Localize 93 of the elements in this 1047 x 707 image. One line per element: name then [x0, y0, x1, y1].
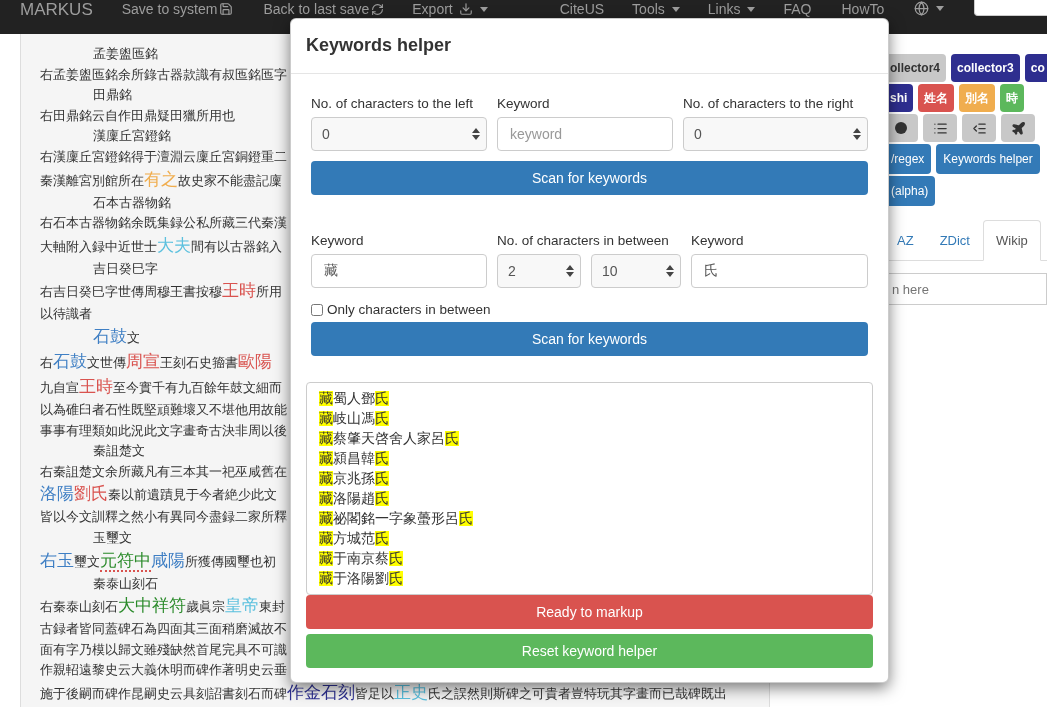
text-line: 右秦詛楚文余所藏凡有三本其一祀巫咸舊在 [40, 462, 287, 481]
text-line: 田鼎銘 [92, 86, 132, 105]
caret-icon [936, 6, 945, 11]
text-line: 皆以今文訓釋之然小有異同今盡録二家所釋 [40, 508, 287, 527]
nav-link[interactable]: Links [707, 1, 756, 17]
result-line: 藏方城范氏 [319, 530, 389, 548]
stepper-arrows-icon [853, 128, 861, 140]
text-line: 面有字乃模以歸文雖殘缺然首尾完具不可識 [40, 640, 287, 659]
result-line: 藏于南京蔡氏 [319, 550, 403, 568]
checkbox[interactable] [311, 303, 323, 316]
text-line: 右石本古器物銘余既集録公私所藏三代秦漢 [40, 214, 287, 233]
text-line: 秦漢離宮別館所在有之故史家不能盡記廩 [40, 168, 282, 191]
stepper-arrows-icon [666, 265, 674, 277]
plane-icon [1010, 120, 1026, 136]
text-line: 右玉璽文元符中咸陽所獲傳國璽也初 [40, 549, 276, 573]
scan-button[interactable]: Scan for keywords [311, 322, 868, 356]
text-line: 洛陽劉氏秦以前遺蹟見于今者絶少此文 [40, 483, 277, 506]
nav-link[interactable]: FAQ [783, 1, 812, 17]
tool-button[interactable]: Keywords helper [936, 144, 1040, 174]
text-line: 右田鼎銘云自作田鼎疑田獵所用也 [40, 106, 235, 125]
keyword-field[interactable]: 藏 [311, 254, 487, 288]
text-line: 以待識者 [40, 305, 92, 324]
text-line: 孟姜盥匜銘 [92, 45, 158, 63]
field-label: Keyword [691, 233, 745, 248]
indent-icon [971, 120, 987, 136]
text-line: 石本古器物銘 [92, 193, 171, 212]
text-line: 事事有理類如此況此文字畫奇古決非周以後 [40, 421, 287, 440]
save-icon [219, 2, 234, 16]
text-line: 右秦泰山刻石大中祥符歲眞宗皇帝東封 [40, 595, 285, 618]
text-line: 玉璽文 [92, 528, 132, 547]
text-line: 右石鼓文世傳周宣王刻石史籀書歐陽 [40, 350, 272, 373]
panel-tab[interactable]: ZDict [926, 220, 983, 261]
text-line: 吉日癸巳字 [92, 259, 158, 278]
tool-icon-button[interactable] [1001, 114, 1035, 142]
text-line: 九自宣王時至今實千有九百餘年鼓文細而 [40, 375, 282, 398]
field-label: Keyword [497, 96, 551, 111]
text-line: 大軸附入録中近世士大夫間有以古器銘入 [40, 234, 282, 257]
stepper-arrows-icon [566, 265, 574, 277]
field-label: Keyword [311, 233, 365, 248]
panel-tab[interactable]: Wikip [982, 220, 1041, 261]
circle-icon [895, 122, 907, 134]
result-line: 藏京兆孫氏 [319, 470, 389, 488]
text-line: 作親軺遠黎史云大義休明而碑作著明史云垂 [40, 661, 287, 680]
nav-link[interactable]: Tools [632, 1, 680, 17]
text-line: 漢廩丘宮鐙銘 [92, 127, 171, 146]
result-line: 藏祕閣銘一字象蠆形呂 氏 [319, 510, 473, 528]
field-label: No. of characters to the right [683, 96, 855, 111]
scan-button[interactable]: Scan for keywords [311, 161, 868, 195]
nav-link[interactable]: Back to last save [263, 1, 385, 17]
dialog-title: Keywords helper [306, 35, 453, 56]
keyword-field[interactable]: keyword [497, 117, 673, 151]
result-line: 藏蜀人鄧氏 [319, 390, 389, 408]
text-line: 秦泰山刻石 [92, 574, 158, 593]
nav-link[interactable]: HowTo [841, 1, 885, 17]
language-menu[interactable] [914, 1, 945, 16]
tag-button[interactable]: collector3 [951, 54, 1020, 82]
keyword-field[interactable]: 氏 [691, 254, 868, 288]
list-icon [932, 120, 948, 136]
select-field[interactable]: 2 [497, 254, 581, 288]
caret-icon [479, 6, 488, 12]
nav-link[interactable]: Save to system [121, 1, 234, 17]
text-line: 右孟姜盥匜銘余所錄古器款識有叔匜銘匜字 [40, 65, 287, 84]
checkbox-label: Only characters in between [327, 302, 491, 317]
result-line: 藏岐山馮氏 [319, 410, 389, 428]
caret-icon [671, 6, 680, 12]
result-line: 藏潁昌韓氏 [319, 450, 389, 468]
tag-button[interactable]: 姓名 [918, 84, 955, 112]
text-line: 秦詛楚文 [92, 442, 145, 461]
stepper-arrows-icon [472, 128, 480, 140]
result-line: 藏于洛陽劉氏 [319, 570, 403, 588]
tag-button[interactable]: co [1024, 54, 1047, 82]
caret-icon [747, 6, 756, 12]
reload-icon [371, 2, 385, 16]
select-field[interactable]: 0 [311, 117, 487, 151]
nav-link[interactable]: Export [412, 1, 488, 17]
select-field[interactable]: 0 [683, 117, 868, 151]
text-line: 石鼓文 [92, 325, 140, 348]
download-icon [458, 2, 473, 16]
result-line: 藏蔡肇天啓舍人家呂 氏 [319, 430, 459, 448]
text-line: 施于後嗣而碑作昆嗣史云具刻詔書刻石而碑作金石刻皆足以正史氏之誤然則斯碑之可貴者豈特玩其字畫而已哉碑既出 [40, 681, 727, 704]
text-line: 古録者皆同蓋碑石為四面其三面稍磨滅故不 [40, 620, 287, 639]
select-field[interactable]: 10 [591, 254, 681, 288]
markup-button[interactable]: Ready to markup [306, 595, 873, 629]
globe-icon [914, 1, 930, 16]
text-line: 右漢廩丘宮鐙銘得于澶淵云廩丘宮銅鐙重二 [40, 147, 287, 166]
nav-link[interactable]: CiteUS [559, 1, 605, 17]
text-line: 右吉日癸巳字世傳周穆王書按穆王時所用 [40, 280, 282, 303]
field-label: No. of characters in between [497, 233, 670, 248]
field-label: No. of characters to the left [311, 96, 475, 111]
result-line: 藏洛陽趙氏 [319, 490, 389, 508]
text-line: 以為碓臼者石性既堅頑難壞又不堪他用故能 [40, 400, 287, 419]
app-brand[interactable]: MARKUS [20, 1, 93, 18]
nav-search-field[interactable] [974, 0, 1047, 16]
